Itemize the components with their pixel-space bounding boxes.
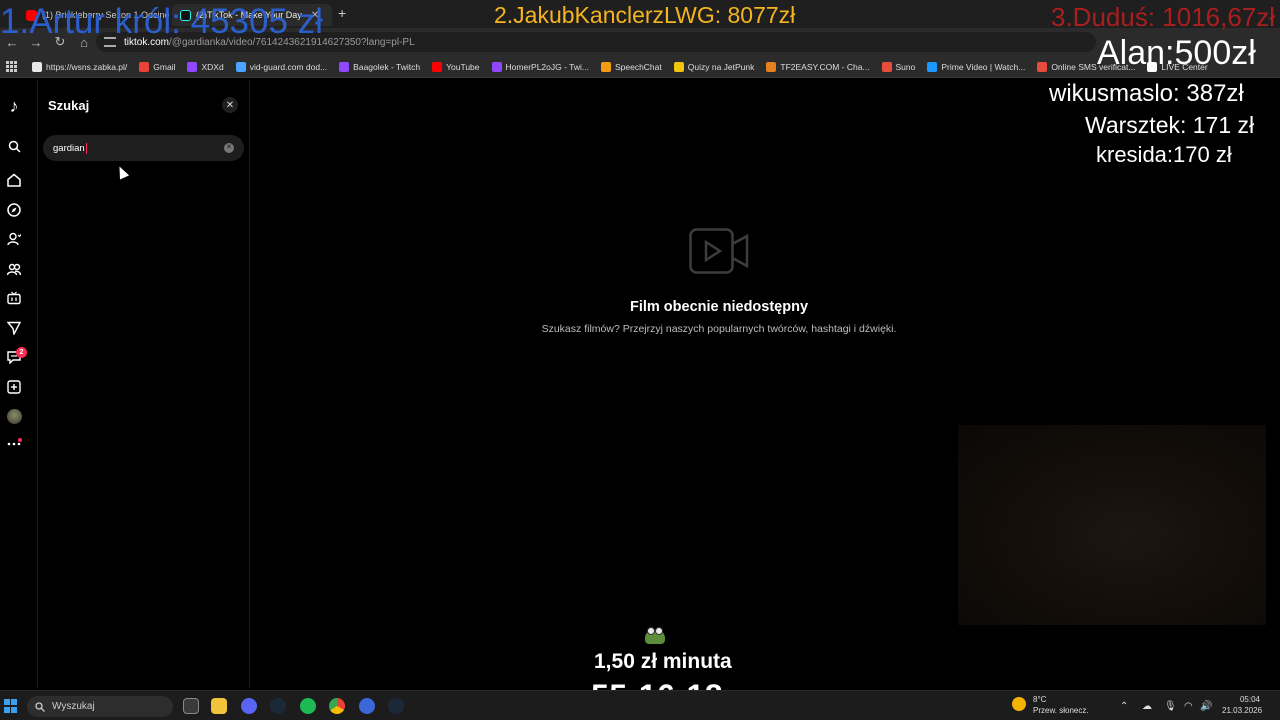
webcam-overlay <box>958 425 1266 625</box>
text-caret <box>85 142 87 154</box>
chrome-icon[interactable] <box>329 698 345 714</box>
volume-icon[interactable]: 🔊 <box>1200 701 1212 712</box>
search-input[interactable]: gardian ✕ <box>43 135 244 161</box>
donor-wikus-text: wikusmaslo: 387zł <box>1049 80 1244 107</box>
tiktok-nav-rail: ♪ 2 <box>0 80 38 688</box>
bookmark-item[interactable]: TF2EASY.COM - Cha... <box>760 61 875 72</box>
bookmark-item[interactable]: vid-guard.com dod... <box>230 61 333 72</box>
search-icon[interactable] <box>6 138 22 154</box>
search-query: gardian <box>53 142 85 154</box>
bookmark-favicon-icon <box>600 61 611 72</box>
clock[interactable]: 05:04 21.03.2026 <box>1222 694 1262 716</box>
weather-widget[interactable]: 8°C Przew. słonecz. <box>1033 694 1089 716</box>
wifi-icon[interactable]: ◠ <box>1184 701 1193 712</box>
video-unavailable-icon <box>689 228 749 274</box>
donor-kresida-text: kresida:170 zł <box>1096 142 1232 167</box>
taskbar-search[interactable]: Wyszukaj <box>27 696 173 717</box>
app-icon[interactable] <box>359 698 375 714</box>
tiktok-logo-icon[interactable]: ♪ <box>6 96 22 116</box>
frog-emote-icon <box>645 627 665 644</box>
bookmark-favicon-icon <box>432 61 443 72</box>
profile-avatar[interactable] <box>6 408 22 424</box>
microphone-icon[interactable]: 🎙 <box>1164 701 1177 712</box>
bookmark-favicon-icon <box>1037 61 1048 72</box>
file-explorer-icon[interactable] <box>211 698 227 714</box>
bookmarks-bar: https://wsns.zabka.pl/Gmail XDXd vid-guard… <box>0 56 1280 78</box>
upload-icon[interactable] <box>6 379 22 395</box>
bookmark-item[interactable]: Quizy na JetPunk <box>668 61 761 72</box>
bookmark-favicon-icon <box>491 61 502 72</box>
bookmark-item[interactable]: YouTube <box>426 61 485 72</box>
search-icon <box>35 701 45 712</box>
clear-search-button[interactable]: ✕ <box>224 143 234 153</box>
search-panel-title: Szukaj <box>48 98 90 113</box>
bookmark-favicon-icon <box>766 61 777 72</box>
live-icon[interactable] <box>6 290 22 306</box>
bookmark-favicon-icon <box>139 61 150 72</box>
bookmark-item[interactable]: Suno <box>876 61 922 72</box>
apps-grid-icon[interactable] <box>6 60 18 73</box>
friends-icon[interactable] <box>6 261 22 277</box>
video-area: Film obecnie niedostępny Szukasz filmów?… <box>251 80 1280 688</box>
search-panel: Szukaj ✕ gardian ✕ <box>38 80 250 688</box>
chevron-up-icon[interactable]: ⌃ <box>1120 701 1128 712</box>
unavailable-subtitle: Szukasz filmów? Przejrzyj naszych popula… <box>541 323 897 335</box>
windows-taskbar: Wyszukaj 8°C Przew. słonecz. ⌃ ☁ 🎙 ◠ 🔊 0… <box>0 690 1280 720</box>
bookmark-favicon-icon <box>339 61 350 72</box>
unavailable-title: Film obecnie niedostępny <box>629 299 809 315</box>
following-icon[interactable] <box>6 231 22 247</box>
task-view-icon[interactable] <box>183 698 199 714</box>
messages-icon[interactable] <box>6 320 22 336</box>
bookmark-item[interactable]: Gmail <box>133 61 181 72</box>
bookmark-item[interactable]: SpeechChat <box>595 61 668 72</box>
home-icon[interactable] <box>6 172 22 188</box>
donor-3-text: 3.Duduś: 1016,67zł <box>1051 2 1276 32</box>
screen: (1) Brickleberry Sezon 1 Odcinek ✕ (2)Ti… <box>0 0 1280 720</box>
bookmark-item[interactable]: https://wsns.zabka.pl/ <box>26 61 133 72</box>
explore-icon[interactable] <box>6 202 22 218</box>
bookmark-favicon-icon <box>187 61 198 72</box>
rate-text: 1,50 zł minuta <box>594 650 732 673</box>
bookmark-favicon-icon <box>235 61 246 72</box>
new-tab-button[interactable]: + <box>338 5 346 21</box>
donor-alan-text: Alan:500zł <box>1097 34 1256 72</box>
bookmark-item[interactable]: HomerPL2oJG - Twi... <box>486 61 595 72</box>
spotify-icon[interactable] <box>300 698 316 714</box>
donor-warsztek-text: Warsztek: 171 zł <box>1085 112 1255 138</box>
bookmark-favicon-icon <box>927 61 938 72</box>
steam-icon[interactable] <box>270 698 286 714</box>
weather-icon[interactable] <box>1012 697 1026 711</box>
bookmark-favicon-icon <box>881 61 892 72</box>
bookmark-favicon-icon <box>673 61 684 72</box>
close-search-button[interactable]: ✕ <box>222 97 238 113</box>
more-dot-indicator <box>18 438 22 442</box>
bookmark-item[interactable]: Prime Video | Watch... <box>921 61 1031 72</box>
onedrive-icon[interactable]: ☁ <box>1142 701 1152 712</box>
donor-2-text: 2.JakubKanclerzLWG: 8077zł <box>494 2 796 28</box>
steam-icon[interactable] <box>388 698 404 714</box>
bookmark-favicon-icon <box>32 61 42 72</box>
bookmark-item[interactable]: XDXd <box>181 61 229 72</box>
donor-1-text: 1.Artur król: 45305 zł <box>0 2 323 41</box>
discord-icon[interactable] <box>241 698 257 714</box>
notification-badge: 2 <box>16 347 27 358</box>
bookmark-item[interactable]: Baagolek - Twitch <box>333 61 426 72</box>
windows-start-icon[interactable] <box>4 699 18 713</box>
